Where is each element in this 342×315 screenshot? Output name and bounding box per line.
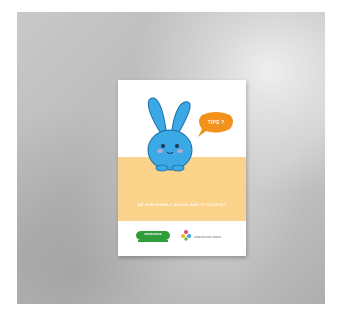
speech-bubble-text: TIPS ?: [207, 120, 225, 126]
bunny-left-eye: [161, 144, 165, 148]
flower-logo-icon: [181, 230, 191, 241]
poster: TIPS ? SE HUR ENKELT KLAAS HAR TV STARTA…: [118, 80, 246, 256]
bunny-right-eye: [175, 144, 179, 148]
photo-frame: TIPS ? SE HUR ENKELT KLAAS HAR TV STARTA…: [0, 0, 342, 315]
bunny-body: [147, 129, 193, 171]
forvantat-barn-logo-text: FÖRVÄNTAT BARN: [194, 235, 221, 239]
poster-headline: SE HUR ENKELT KLAAS HAR TV STARTAT: [137, 202, 227, 207]
sparbanken-logo-underline: [138, 240, 168, 242]
bunny-left-ear: [147, 97, 167, 133]
sparbanken-logo-text: SPARBANKEN: [144, 233, 162, 236]
bunny-right-ear: [171, 101, 191, 135]
